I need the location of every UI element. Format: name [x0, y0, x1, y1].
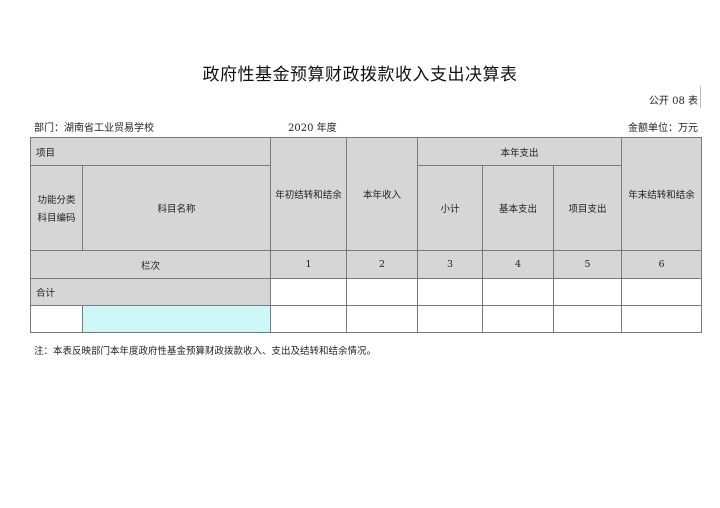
data-row-subject-name — [81, 305, 272, 333]
data-row-function-code — [30, 305, 83, 333]
fiscal-year-suffix: 年度 — [313, 123, 337, 134]
data-cell-6 — [621, 305, 703, 333]
total-cell-5 — [553, 278, 623, 306]
form-number: 公开 08 表 — [648, 96, 698, 107]
department-label: 部门：湖南省工业贸易学校 — [34, 123, 154, 134]
header-function-code-line2: 科目编码 — [37, 213, 76, 224]
fiscal-year-value: 2020 — [288, 123, 314, 134]
header-subtotal: 小计 — [417, 165, 484, 251]
column-index-4: 4 — [482, 250, 555, 279]
header-income: 本年收入 — [346, 137, 419, 251]
report-title: 政府性基金预算财政拨款收入支出决算表 — [202, 65, 518, 85]
budget-table: 项目 年初结转和结余 本年收入 本年支出 年末结转和结余 功能分类 科目编码 科… — [29, 137, 703, 333]
margin-line — [700, 86, 701, 108]
column-index-3: 3 — [417, 250, 484, 279]
header-closing-balance: 年末结转和结余 — [621, 137, 703, 251]
data-cell-1 — [270, 305, 348, 333]
header-function-code-line1: 功能分类 — [37, 195, 76, 206]
total-cell-4 — [482, 278, 555, 306]
total-cell-3 — [417, 278, 484, 306]
header-basic-expense: 基本支出 — [482, 165, 555, 251]
total-cell-6 — [621, 278, 703, 306]
data-cell-2 — [346, 305, 419, 333]
header-opening-balance: 年初结转和结余 — [270, 137, 348, 251]
header-item: 项目 — [29, 137, 272, 166]
column-index-5: 5 — [553, 250, 623, 279]
footnote: 注：本表反映部门本年度政府性基金预算财政拨款收入、支出及结转和结余情况。 — [34, 346, 377, 357]
column-index-2: 2 — [346, 250, 419, 279]
total-row-label: 合计 — [29, 278, 272, 306]
column-index-6: 6 — [621, 250, 703, 279]
header-subject-name: 科目名称 — [81, 165, 272, 251]
header-expense-group: 本年支出 — [417, 137, 623, 166]
data-cell-4 — [482, 305, 555, 333]
header-function-code: 功能分类 科目编码 — [30, 165, 83, 251]
fiscal-year: 2020 年度 — [288, 119, 337, 134]
data-cell-3 — [417, 305, 484, 333]
header-project-expense: 项目支出 — [553, 165, 623, 251]
amount-unit: 金额单位：万元 — [628, 123, 698, 134]
data-cell-5 — [553, 305, 623, 333]
total-cell-1 — [270, 278, 348, 306]
total-cell-2 — [346, 278, 419, 306]
column-index-label: 栏次 — [29, 250, 272, 279]
column-index-1: 1 — [270, 250, 348, 279]
